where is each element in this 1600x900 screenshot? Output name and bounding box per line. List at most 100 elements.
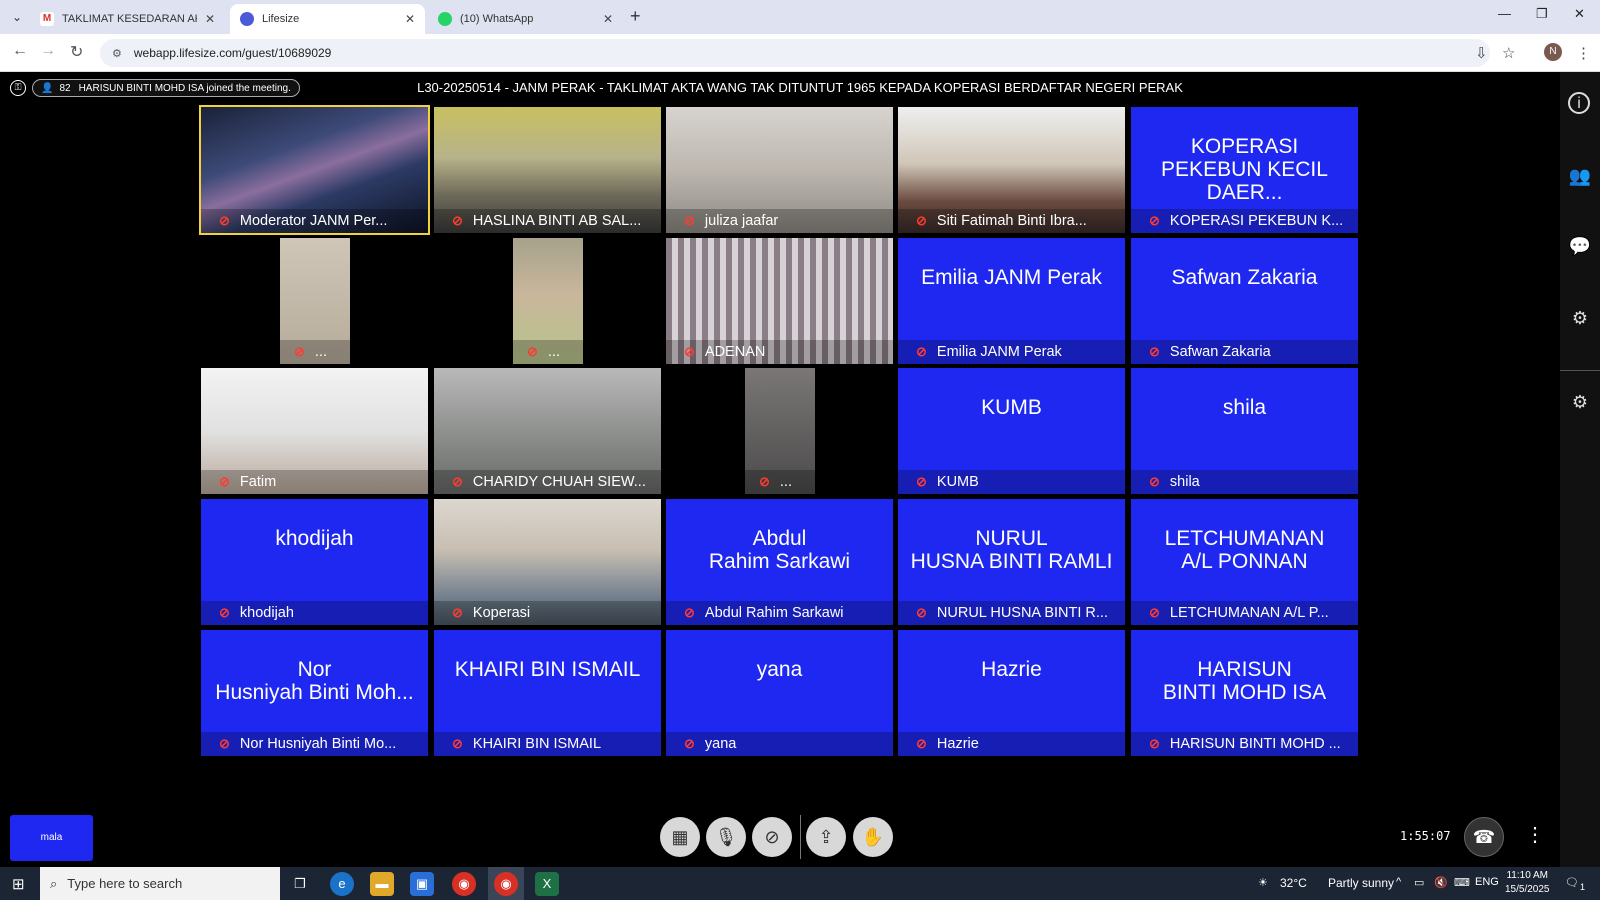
participant-tile[interactable]: ⊘... — [745, 368, 815, 494]
meeting-title: L30-20250514 - JANM PERAK - TAKLIMAT AKT… — [417, 80, 1183, 95]
raise-hand-button[interactable]: ✋ — [853, 817, 893, 857]
layout-grid-button[interactable]: ▦ — [660, 817, 700, 857]
participant-label-bar: ⊘ Fatim — [201, 470, 428, 494]
minimize-icon[interactable]: — — [1498, 6, 1511, 21]
windows-start-icon[interactable]: ⊞ — [12, 875, 25, 893]
participant-tile[interactable]: Safwan Zakaria ⊘ Safwan Zakaria — [1131, 238, 1358, 364]
show-hidden-icons-icon[interactable]: ^ — [1396, 876, 1401, 888]
language-indicator[interactable]: ENG — [1475, 876, 1499, 888]
keyboard-icon[interactable]: ⌨ — [1454, 876, 1470, 889]
close-tab-icon[interactable]: ✕ — [405, 12, 415, 26]
tab-list-chevron-icon[interactable]: ⌄ — [6, 6, 28, 28]
participant-label-bar: ⊘ KUMB — [898, 470, 1125, 494]
mic-muted-icon: ⊘ — [916, 605, 927, 620]
participant-tile[interactable]: ⊘ CHARIDY CHUAH SIEW... — [434, 368, 661, 494]
participant-tile[interactable]: ⊘... — [280, 238, 350, 364]
more-options-icon[interactable]: ⋮ — [1525, 822, 1545, 847]
volume-muted-icon[interactable]: 🔇 — [1434, 876, 1448, 889]
participant-tile[interactable]: LETCHUMANAN A/L PONNAN ⊘ LETCHUMANAN A/L P… — [1131, 499, 1358, 625]
participant-tile[interactable]: KUMB ⊘ KUMB — [898, 368, 1125, 494]
self-view-tile[interactable]: mala — [10, 815, 93, 861]
participant-tile[interactable]: ⊘ Fatim — [201, 368, 428, 494]
participant-tile[interactable]: khodijah ⊘ khodijah — [201, 499, 428, 625]
participant-tile[interactable]: ⊘... — [513, 238, 583, 364]
restore-icon[interactable]: ❐ — [1536, 6, 1548, 22]
participant-name-label: KUMB — [936, 474, 979, 490]
participant-tile[interactable]: NURUL HUSNA BINTI RAMLI ⊘ NURUL HUSNA BINT… — [898, 499, 1125, 625]
participant-tile[interactable]: Hazrie ⊘ Hazrie — [898, 630, 1125, 756]
participant-label-bar: ⊘ KHAIRI BIN ISMAIL — [434, 732, 661, 756]
participant-tile[interactable]: Abdul Rahim Sarkawi ⊘ Abdul Rahim Sarkawi — [666, 499, 893, 625]
camera-off-button[interactable]: ⊘ — [752, 817, 792, 857]
participant-name-label: KHAIRI BIN ISMAIL — [472, 736, 602, 752]
participants-icon[interactable]: 👥 — [1568, 164, 1592, 188]
microphone-muted-button[interactable]: 🎙 — [706, 817, 746, 857]
taskbar-clock[interactable]: 11:10 AM 15/5/2025 — [1505, 869, 1550, 897]
new-tab-plus-icon[interactable]: + — [630, 6, 641, 27]
lock-icon[interactable]: ⚿ — [10, 80, 26, 96]
edge-icon[interactable]: e — [330, 872, 354, 896]
site-info-icon[interactable]: ⚙ — [112, 47, 122, 60]
participant-label-bar: ⊘ Emilia JANM Perak — [898, 340, 1125, 364]
weather-text: Partly sunny — [1328, 876, 1395, 890]
taskbar-search-box[interactable]: ⌕ Type here to search — [40, 867, 280, 900]
hang-up-button[interactable]: ☎ — [1464, 817, 1504, 857]
participant-display-name: Nor Husniyah Binti Moh... — [215, 658, 414, 704]
weather-icon[interactable]: ☀ — [1258, 876, 1268, 889]
profile-avatar[interactable]: N — [1544, 43, 1562, 61]
excel-icon[interactable]: X — [535, 872, 559, 896]
mic-muted-icon: ⊘ — [1149, 736, 1160, 751]
reload-icon[interactable]: ↻ — [70, 42, 83, 62]
network-icon[interactable]: ▭ — [1414, 876, 1424, 889]
gear-icon[interactable]: ⚙ — [1568, 390, 1592, 414]
file-explorer-icon[interactable]: ▬ — [370, 872, 394, 896]
chrome-active-button[interactable]: ◉ — [488, 867, 524, 900]
mic-muted-icon: ⊘ — [684, 605, 695, 620]
participant-tile[interactable]: ⊘ juliza jaafar — [666, 107, 893, 233]
participant-tile[interactable]: KHAIRI BIN ISMAIL ⊘ KHAIRI BIN ISMAIL — [434, 630, 661, 756]
store-icon[interactable]: ▣ — [410, 872, 434, 896]
participant-tile[interactable]: ⊘ ADENAN — [666, 238, 893, 364]
participant-tile[interactable]: ⊘ Koperasi — [434, 499, 661, 625]
share-screen-button[interactable]: ⇪ — [806, 817, 846, 857]
participant-label-bar: ⊘ yana — [666, 732, 893, 756]
participant-name-label: Hazrie — [936, 736, 979, 752]
participant-label-bar: ⊘... — [280, 340, 350, 364]
participant-label-bar: ⊘ KOPERASI PEKEBUN K... — [1131, 209, 1358, 233]
participant-tile[interactable]: Emilia JANM Perak ⊘ Emilia JANM Perak — [898, 238, 1125, 364]
tab-whatsapp[interactable]: (10) WhatsApp ✕ — [428, 4, 623, 34]
browser-menu-icon[interactable]: ⋮ — [1576, 44, 1591, 62]
participant-tile[interactable]: Nor Husniyah Binti Moh... ⊘ Nor Husniyah B… — [201, 630, 428, 756]
participant-name-label: ... — [779, 474, 792, 490]
url-field[interactable]: ⚙ webapp.lifesize.com/guest/10689029 — [100, 39, 1490, 67]
participant-tile[interactable]: yana ⊘ yana — [666, 630, 893, 756]
window-close-icon[interactable]: ✕ — [1574, 6, 1585, 22]
back-arrow-icon[interactable]: ← — [12, 42, 28, 60]
participant-tile[interactable]: ⊘ HASLINA BINTI AB SAL... — [434, 107, 661, 233]
chat-icon[interactable]: 💬 — [1568, 234, 1592, 258]
participant-tile[interactable]: KOPERASI PEKEBUN KECIL DAER... ⊘ KOPERASI … — [1131, 107, 1358, 233]
participant-label-bar: ⊘ HARISUN BINTI MOHD ... — [1131, 732, 1358, 756]
bookmark-star-icon[interactable]: ☆ — [1502, 44, 1515, 62]
participant-tile[interactable]: shila ⊘ shila — [1131, 368, 1358, 494]
close-tab-icon[interactable]: ✕ — [603, 12, 613, 26]
participant-tile[interactable]: ⊘ Moderator JANM Per... — [199, 105, 430, 235]
tab-lifesize[interactable]: Lifesize ✕ — [230, 4, 425, 34]
notification-center-icon[interactable]: 🗨 — [1565, 876, 1579, 889]
forward-arrow-icon[interactable]: → — [40, 42, 56, 60]
settings-sliders-icon[interactable]: ⚙ — [1568, 306, 1592, 330]
browser-tab-bar: ⌄ M TAKLIMAT KESEDARAN AKTA WANG ✕ Lifes… — [0, 0, 1600, 34]
tab-title: (10) WhatsApp — [460, 13, 534, 25]
mic-muted-icon: ⊘ — [684, 736, 695, 751]
chrome-icon[interactable]: ◉ — [452, 872, 476, 896]
tab-gmail[interactable]: M TAKLIMAT KESEDARAN AKTA WANG ✕ — [30, 4, 225, 34]
right-sidebar-rail: i 👥 💬 ⚙ ⚙ — [1560, 72, 1600, 867]
participant-name-label: yana — [704, 736, 737, 752]
participant-tile[interactable]: HARISUN BINTI MOHD ISA ⊘ HARISUN BINTI MOH… — [1131, 630, 1358, 756]
info-icon[interactable]: i — [1568, 92, 1590, 114]
close-tab-icon[interactable]: ✕ — [205, 12, 215, 26]
participant-label-bar: ⊘ juliza jaafar — [666, 209, 893, 233]
task-view-icon[interactable]: ❐ — [288, 872, 312, 896]
participant-tile[interactable]: ⊘ Siti Fatimah Binti Ibra... — [898, 107, 1125, 233]
install-app-icon[interactable]: ⇩ — [1475, 44, 1488, 62]
